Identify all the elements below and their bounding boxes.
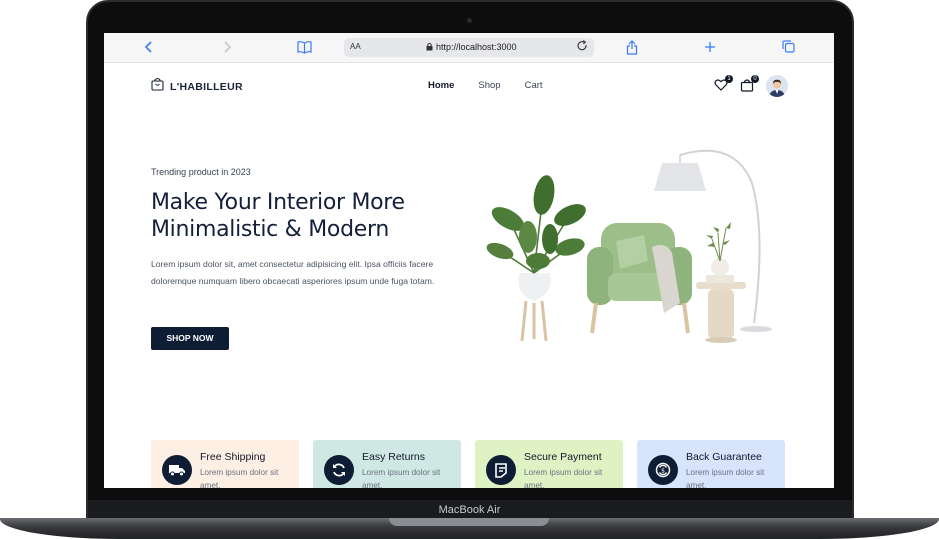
brand-name: L'HABILLEUR [170, 80, 243, 93]
feature-text: Lorem ipsum dolor sit amet. [362, 468, 441, 488]
laptop-notch [389, 518, 549, 526]
feature-text: Lorem ipsum dolor sit amet. [200, 468, 279, 488]
url-text: http://localhost:3000 [436, 42, 517, 52]
feature-title: Easy Returns [362, 451, 426, 463]
nav-actions: 1 0 [714, 75, 788, 97]
feature-text: Lorem ipsum dolor sit amet. [524, 468, 603, 488]
tabs-overview-icon[interactable] [782, 40, 795, 56]
feature-card-returns: Easy Returns Lorem ipsum dolor sit amet. [313, 440, 461, 488]
bookmarks-icon[interactable] [297, 40, 312, 57]
truck-icon [162, 455, 192, 485]
cart-count-badge: 0 [751, 75, 759, 83]
hero-description: Lorem ipsum dolor sit, amet consectetur … [151, 259, 435, 286]
hero-title: Make Your Interior More Minimalistic & M… [151, 190, 405, 242]
wishlist-button[interactable]: 1 [714, 75, 733, 94]
share-icon[interactable] [626, 40, 638, 58]
guarantee-icon: $ [648, 455, 678, 485]
feature-title: Free Shipping [200, 451, 266, 463]
feature-title: Secure Payment [524, 451, 602, 463]
reader-aa-button[interactable]: AA [350, 42, 361, 51]
forward-icon[interactable] [222, 40, 232, 57]
feature-title: Back Guarantee [686, 451, 762, 463]
lock-icon [426, 42, 433, 53]
camera-icon [467, 18, 472, 23]
address-bar[interactable]: AA http://localhost:3000 [344, 38, 594, 57]
cart-button[interactable]: 0 [740, 75, 759, 94]
reload-icon[interactable] [577, 40, 588, 55]
feature-card-payment: Secure Payment Lorem ipsum dolor sit ame… [475, 440, 623, 488]
refresh-icon [324, 455, 354, 485]
main-nav: Home Shop Cart [428, 80, 543, 91]
nav-shop[interactable]: Shop [478, 80, 500, 91]
site-navbar: L'HABILLEUR Home Shop Cart 1 0 [104, 63, 834, 107]
shopping-bag-icon [151, 77, 164, 96]
payment-icon [486, 455, 516, 485]
wishlist-count-badge: 1 [725, 75, 733, 83]
nav-cart[interactable]: Cart [525, 80, 543, 91]
new-tab-icon[interactable] [704, 40, 716, 56]
browser-toolbar: AA http://localhost:3000 [104, 33, 834, 63]
hero-eyebrow: Trending product in 2023 [151, 167, 251, 177]
nav-home[interactable]: Home [428, 80, 454, 91]
device-label: MacBook Air [438, 504, 501, 516]
hero-furniture-image [486, 149, 772, 343]
feature-text: Lorem ipsum dolor sit amet. [686, 468, 765, 488]
feature-card-guarantee: $ Back Guarantee Lorem ipsum dolor sit a… [637, 440, 785, 488]
svg-text:$: $ [661, 468, 665, 475]
features-row: Free Shipping Lorem ipsum dolor sit amet… [151, 440, 785, 488]
avatar[interactable] [766, 75, 788, 97]
site-logo[interactable]: L'HABILLEUR [151, 77, 243, 96]
feature-card-shipping: Free Shipping Lorem ipsum dolor sit amet… [151, 440, 299, 488]
screen: AA http://localhost:3000 L'HABILLEUR Hom… [104, 33, 834, 488]
back-icon[interactable] [144, 40, 154, 57]
shop-now-button[interactable]: SHOP NOW [151, 327, 229, 350]
